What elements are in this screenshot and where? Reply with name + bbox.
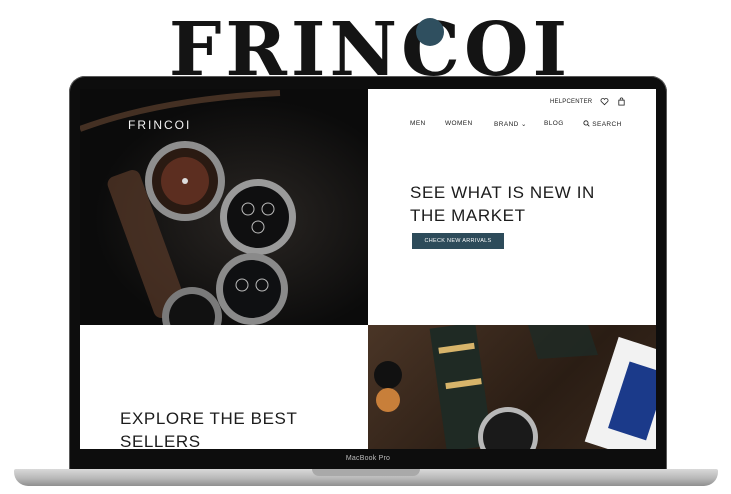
nav-search-label: SEARCH — [592, 121, 622, 128]
site-logo[interactable]: FRINCOI — [128, 118, 191, 132]
best-sellers-heading: EXPLORE THE BEST SELLERS — [120, 407, 350, 449]
best-sellers-heading-line-1: EXPLORE THE BEST — [120, 409, 298, 428]
best-sellers-heading-line-2: SELLERS — [120, 432, 201, 449]
strap-watch-illustration — [374, 325, 656, 449]
nav-blog[interactable]: BLOG — [544, 120, 564, 127]
nav-men[interactable]: MEN — [410, 120, 426, 127]
search-icon — [583, 120, 590, 127]
hero-heading-line-2: THE MARKET — [410, 206, 526, 225]
laptop-model-label: MacBook Pro — [345, 455, 391, 462]
nav-brand[interactable]: BRAND ⌄ — [494, 120, 527, 128]
heart-icon[interactable] — [600, 97, 609, 106]
help-center-link[interactable]: HELPCENTER — [550, 99, 592, 105]
nav-search[interactable]: SEARCH — [583, 120, 622, 128]
nav-women[interactable]: WOMEN — [445, 120, 473, 127]
hero-heading-line-1: SEE WHAT IS NEW IN — [410, 183, 595, 202]
watches-illustration — [80, 90, 296, 325]
website-screen: FRINCOI HELPCENTER MEN WOMEN BRAND ⌄ BLO… — [80, 89, 656, 449]
bag-icon[interactable] — [617, 97, 626, 106]
nato-strap-watch-image[interactable] — [368, 325, 656, 449]
utility-nav: HELPCENTER — [550, 97, 626, 106]
hero-heading: SEE WHAT IS NEW IN THE MARKET — [410, 181, 640, 227]
laptop-notch — [312, 469, 420, 476]
hero-watch-image: FRINCOI — [80, 89, 368, 325]
brand-wordmark-dot — [416, 18, 444, 46]
check-new-arrivals-button[interactable]: CHECK NEW ARRIVALS — [412, 233, 504, 249]
